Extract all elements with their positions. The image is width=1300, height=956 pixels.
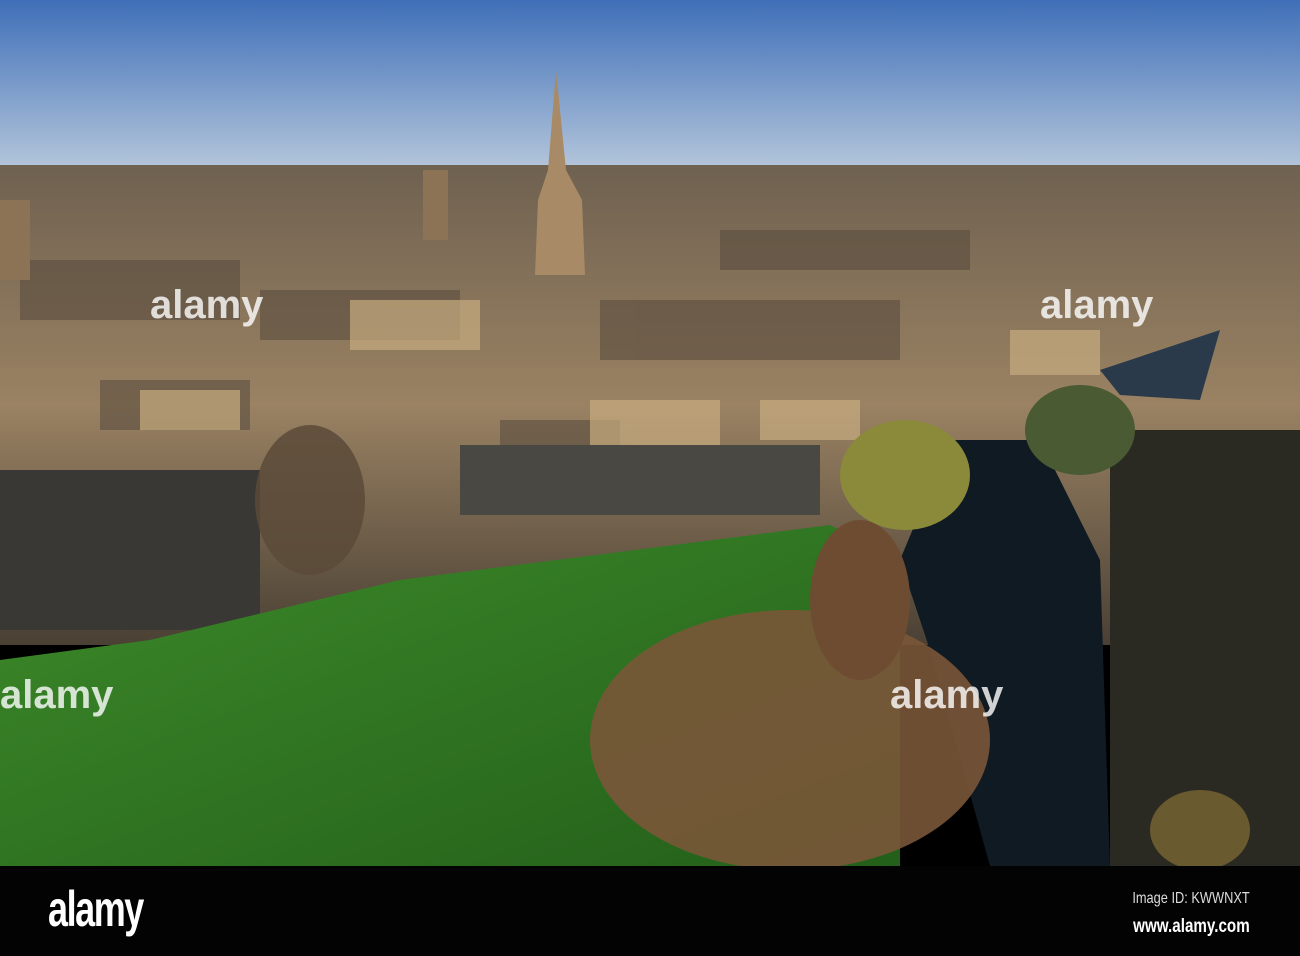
church-tower xyxy=(423,170,448,240)
watermark: alamy xyxy=(150,283,264,327)
footer-bar: alamy Image ID: KWWNXT www.alamy.com xyxy=(0,866,1300,956)
tree-left xyxy=(255,425,365,575)
watermark: alamy xyxy=(0,673,114,717)
aerial-town-photo: alamy alamy alamy alamy xyxy=(0,0,1300,866)
willow-tree xyxy=(840,420,970,530)
stock-photo-page: alamy alamy alamy alamy alamy Image ID: … xyxy=(0,0,1300,956)
tree-right xyxy=(1025,385,1135,475)
car-park xyxy=(0,470,260,630)
watermark: alamy xyxy=(1040,283,1154,327)
bare-tree-mid xyxy=(810,520,910,680)
car-park-centre xyxy=(460,445,820,515)
image-id: Image ID: KWWNXT xyxy=(1132,890,1250,907)
watermark: alamy xyxy=(890,673,1004,717)
sky xyxy=(0,0,1300,175)
website-link[interactable]: www.alamy.com xyxy=(1133,916,1250,938)
church-tower-left xyxy=(0,200,30,280)
alamy-logo[interactable]: alamy xyxy=(48,880,144,938)
bare-tree-foreground xyxy=(590,610,990,866)
